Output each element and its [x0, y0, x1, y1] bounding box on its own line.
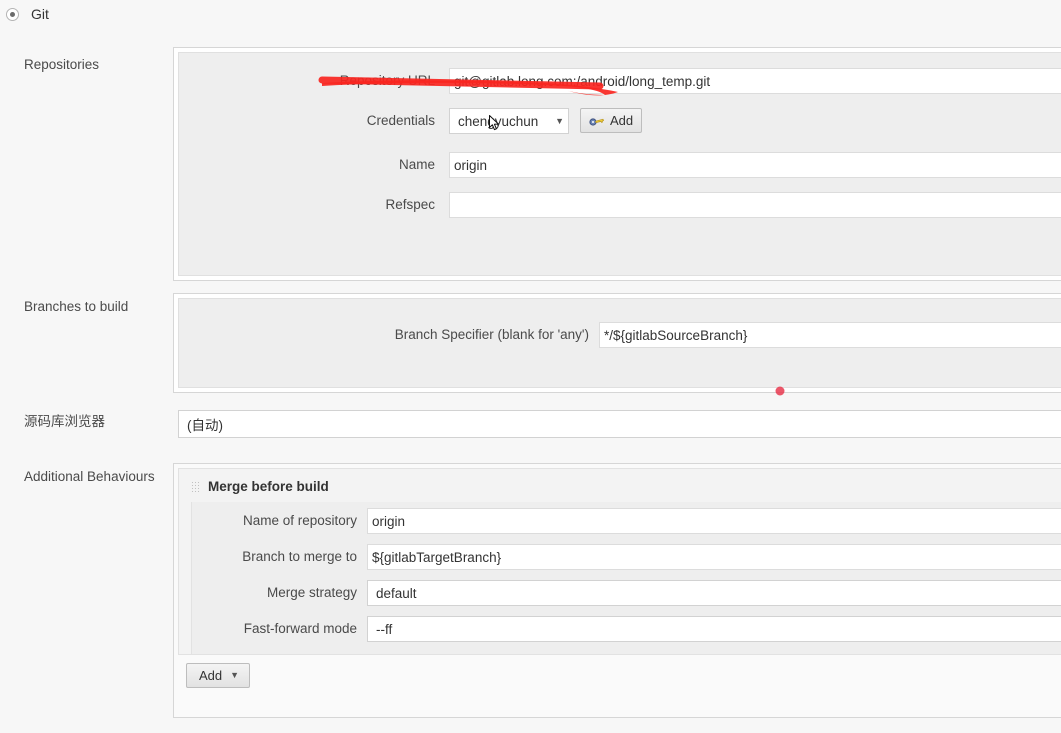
repository-url-input[interactable]: [449, 68, 1061, 94]
repositories-section: Repositories Repository URL Credentials …: [0, 47, 1061, 281]
drag-handle-icon[interactable]: [191, 481, 200, 492]
key-icon: [589, 115, 605, 127]
repository-refspec-input[interactable]: [449, 192, 1061, 218]
repository-name-row: Name: [179, 152, 1061, 178]
merge-strategy-value: default: [376, 585, 417, 601]
repository-browser-label: 源码库浏览器: [24, 414, 105, 429]
repository-refspec-row: Refspec: [179, 192, 1061, 218]
repository-repeatable-block: Repository URL Credentials chengyuchun ▼: [173, 47, 1061, 281]
add-credentials-button[interactable]: Add: [580, 108, 643, 133]
repository-name-input[interactable]: [449, 152, 1061, 178]
merge-before-build-card: Merge before build Name of repository Br…: [178, 468, 1061, 655]
repository-browser-value: (自动): [187, 418, 223, 433]
behaviours-add-wrap: Add ▼: [178, 655, 1061, 688]
merge-strategy-control: default: [367, 580, 1061, 606]
scm-git-radio[interactable]: [6, 7, 19, 21]
merge-target-branch-row: Branch to merge to: [192, 544, 1061, 570]
behaviours-repeatable-block: Merge before build Name of repository Br…: [173, 463, 1061, 718]
repository-url-control: [449, 68, 1061, 94]
merge-before-build-body: Name of repository Branch to merge to Me…: [191, 502, 1061, 654]
merge-strategy-label: Merge strategy: [266, 585, 357, 600]
additional-behaviours-section: Additional Behaviours Merge before build…: [0, 463, 1061, 718]
add-behaviour-button[interactable]: Add ▼: [186, 663, 251, 688]
fast-forward-mode-label: Fast-forward mode: [243, 621, 357, 636]
credentials-control: chengyuchun ▼ Add: [449, 108, 1061, 134]
repositories-label: Repositories: [24, 57, 100, 72]
merge-repo-name-row: Name of repository: [192, 508, 1061, 534]
credentials-label: Credentials: [366, 113, 435, 128]
repository-browser-section: 源码库浏览器 (自动): [0, 410, 1061, 450]
fast-forward-mode-select[interactable]: --ff: [367, 616, 1061, 642]
merge-target-branch-control: [367, 544, 1061, 570]
repository-name-label: Name: [398, 157, 435, 172]
fast-forward-mode-value: --ff: [376, 621, 393, 637]
credentials-select-value: chengyuchun: [458, 113, 539, 129]
branches-panel: Branch Specifier (blank for 'any'): [178, 298, 1061, 388]
chevron-down-icon: ▼: [230, 670, 240, 680]
repository-url-row: Repository URL: [179, 68, 1061, 94]
chevron-down-icon: ▼: [555, 115, 564, 126]
merge-before-build-title: Merge before build: [208, 479, 329, 494]
repository-browser-select[interactable]: (自动): [178, 410, 1061, 438]
merge-repo-name-control: [367, 508, 1061, 534]
merge-target-branch-label: Branch to merge to: [242, 549, 357, 564]
merge-repo-name-input[interactable]: [367, 508, 1061, 534]
branches-to-build-label: Branches to build: [24, 299, 129, 314]
fast-forward-mode-control: --ff: [367, 616, 1061, 642]
credentials-row: Credentials chengyuchun ▼ Add: [179, 108, 1061, 134]
add-behaviour-label: Add: [199, 668, 223, 683]
merge-target-branch-input[interactable]: [367, 544, 1061, 570]
merge-strategy-select[interactable]: default: [367, 580, 1061, 606]
merge-repo-name-label: Name of repository: [242, 513, 357, 528]
repository-browser-control: (自动): [178, 410, 1061, 438]
merge-strategy-row: Merge strategy default: [192, 580, 1061, 606]
branch-specifier-label: Branch Specifier (blank for 'any'): [394, 327, 589, 342]
branch-specifier-row: Branch Specifier (blank for 'any'): [179, 322, 1061, 348]
repository-refspec-control: [449, 192, 1061, 218]
repository-refspec-label: Refspec: [385, 197, 435, 212]
additional-behaviours-label: Additional Behaviours: [24, 469, 155, 484]
scm-git-option-row[interactable]: Git: [0, 0, 1061, 28]
branch-specifier-control: [599, 322, 1061, 348]
fast-forward-mode-row: Fast-forward mode --ff: [192, 616, 1061, 642]
merge-before-build-header: Merge before build: [179, 469, 1061, 502]
branches-to-build-section: Branches to build Branch Specifier (blan…: [0, 293, 1061, 393]
scm-git-radio-label: Git: [31, 6, 49, 22]
credentials-select[interactable]: chengyuchun ▼: [449, 108, 569, 134]
repository-panel: Repository URL Credentials chengyuchun ▼: [178, 52, 1061, 276]
jenkins-git-scm-config: Git Repositories Repository URL Credenti…: [0, 0, 1061, 733]
branches-repeatable-block: Branch Specifier (blank for 'any'): [173, 293, 1061, 393]
branch-specifier-input[interactable]: [599, 322, 1061, 348]
add-credentials-label: Add: [610, 113, 634, 128]
repository-name-control: [449, 152, 1061, 178]
repository-url-label: Repository URL: [339, 73, 435, 88]
